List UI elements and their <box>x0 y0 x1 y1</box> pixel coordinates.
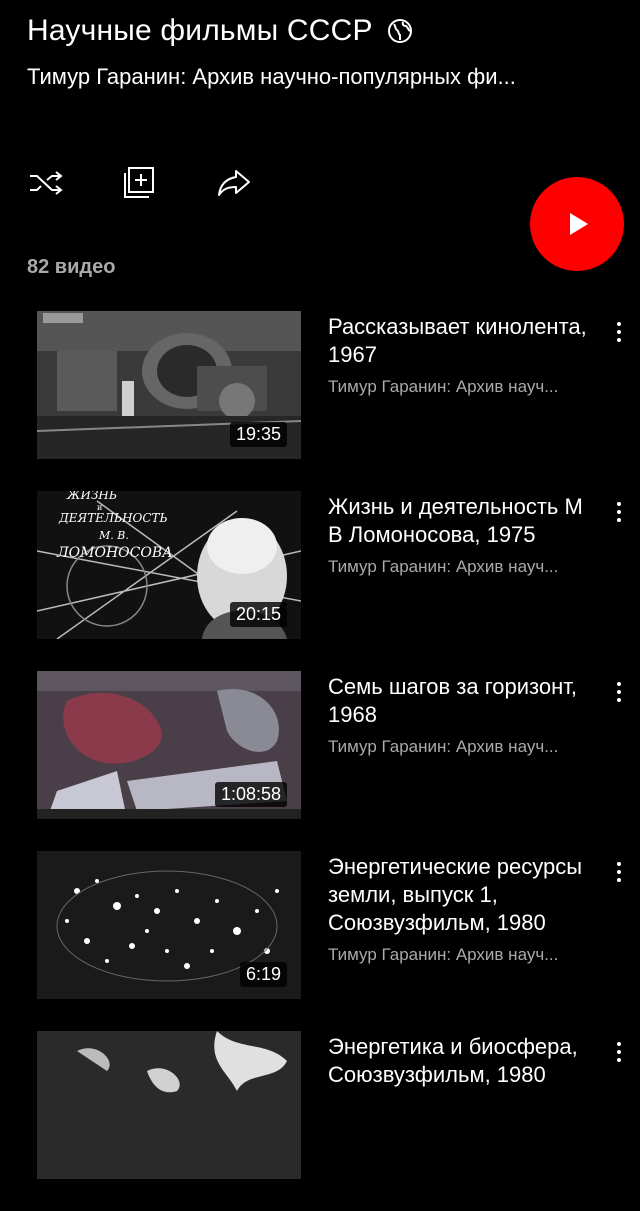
video-thumbnail[interactable]: ЖИЗНЬ и ДЕЯТЕЛЬНОСТЬ М. В. ЛОМОНОСОВА 20… <box>37 491 301 639</box>
list-item[interactable]: 1:08:58 Семь шагов за горизонт, 1968 Тим… <box>0 671 640 851</box>
video-duration: 20:15 <box>229 602 287 627</box>
video-thumbnail[interactable]: 6:19 <box>37 851 301 999</box>
play-all-button[interactable] <box>530 177 624 271</box>
more-options-icon[interactable] <box>608 317 630 347</box>
video-list: 19:35 Рассказывает кинолента, 1967 Тимур… <box>0 311 640 1211</box>
globe-icon <box>387 18 413 44</box>
list-item[interactable]: 19:35 Рассказывает кинолента, 1967 Тимур… <box>0 311 640 491</box>
play-icon <box>570 213 588 235</box>
video-channel: Тимур Гаранин: Архив науч... <box>328 945 559 964</box>
video-thumbnail[interactable] <box>37 1031 301 1179</box>
video-title[interactable]: Рассказывает кинолента, 1967 <box>328 313 598 369</box>
share-icon[interactable] <box>215 164 253 202</box>
video-count: 82 видео <box>27 256 116 278</box>
video-duration: 6:19 <box>239 962 287 987</box>
more-options-icon[interactable] <box>608 497 630 527</box>
channel-name[interactable]: Тимур Гаранин: Архив научно-популярных ф… <box>27 64 617 90</box>
thumb-text-3: ДЕЯТЕЛЬНОСТЬ <box>58 511 168 525</box>
video-thumbnail[interactable]: 1:08:58 <box>37 671 301 819</box>
page-title: Научные фильмы СССР <box>27 14 373 47</box>
video-title[interactable]: Энергетические ресурсы земли, выпуск 1, … <box>328 853 598 937</box>
video-thumbnail[interactable]: 19:35 <box>37 311 301 459</box>
video-duration: 1:08:58 <box>214 782 287 807</box>
more-options-icon[interactable] <box>608 677 630 707</box>
more-options-icon[interactable] <box>608 1037 630 1067</box>
shuffle-icon[interactable] <box>27 164 65 202</box>
list-item[interactable]: 6:19 Энергетические ресурсы земли, выпус… <box>0 851 640 1031</box>
video-channel: Тимур Гаранин: Архив науч... <box>328 737 559 756</box>
video-channel: Тимур Гаранин: Архив науч... <box>328 377 559 396</box>
video-title[interactable]: Семь шагов за горизонт, 1968 <box>328 673 598 729</box>
thumb-text-1: ЖИЗНЬ <box>66 491 117 502</box>
playlist-header: Научные фильмы СССР Тимур Гаранин: Архив… <box>27 14 620 90</box>
more-options-icon[interactable] <box>608 857 630 887</box>
add-to-playlist-icon[interactable] <box>121 164 159 202</box>
video-title[interactable]: Жизнь и деятельность М В Ломоносова, 197… <box>328 493 598 549</box>
video-duration: 19:35 <box>229 422 287 447</box>
list-item[interactable]: ЖИЗНЬ и ДЕЯТЕЛЬНОСТЬ М. В. ЛОМОНОСОВА 20… <box>0 491 640 671</box>
playlist-actions <box>27 164 253 202</box>
video-channel: Тимур Гаранин: Архив науч... <box>328 557 559 576</box>
list-item[interactable]: Энергетика и биосфера, Союзвузфильм, 198… <box>0 1031 640 1211</box>
thumb-text-5: ЛОМОНОСОВА <box>56 545 173 561</box>
thumb-text-4: М. В. <box>98 529 129 542</box>
video-title[interactable]: Энергетика и биосфера, Союзвузфильм, 198… <box>328 1033 598 1089</box>
